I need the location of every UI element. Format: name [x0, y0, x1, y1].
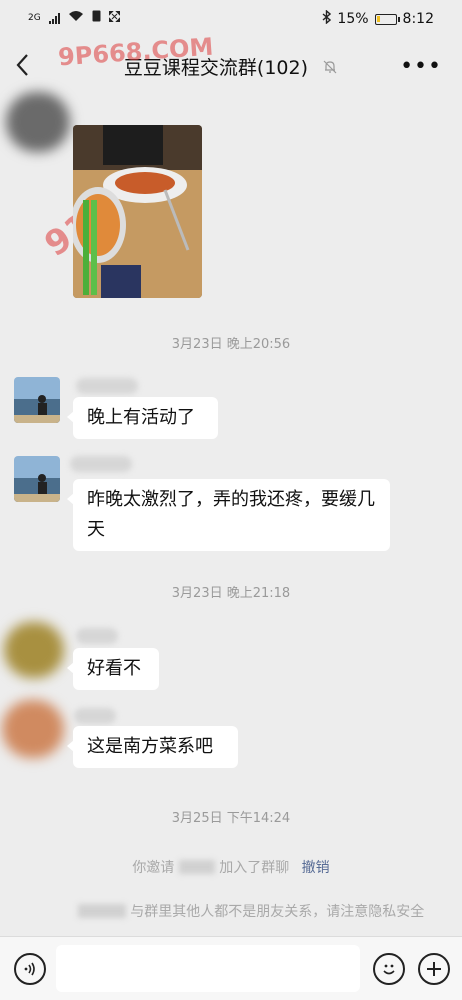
avatar-beach[interactable]: [14, 456, 60, 502]
undo-link[interactable]: 撤销: [302, 860, 330, 876]
avatar-blurred[interactable]: [2, 700, 64, 758]
voice-input-button[interactable]: [14, 953, 46, 985]
invitee-blurred: [178, 860, 215, 874]
privacy-notice: 与群里其他人都不是朋友关系，请注意隐私安全: [0, 901, 462, 921]
message-bubble[interactable]: 昨晚太激烈了，弄的我还疼，要缓几天: [67, 479, 390, 551]
sender-name-blurred: [70, 456, 132, 472]
sim-icon: [92, 10, 101, 26]
network-type: 2G: [28, 13, 41, 23]
voice-icon: [24, 962, 35, 976]
wifi-icon: [68, 10, 84, 26]
message-bubble[interactable]: 晚上有活动了: [67, 397, 218, 439]
emoji-button[interactable]: [373, 953, 405, 985]
screen-icon: [108, 10, 121, 26]
privacy-text: 与群里其他人都不是朋友关系，请注意隐私安全: [130, 904, 425, 920]
avatar-blurred[interactable]: [4, 622, 64, 678]
message-bubble[interactable]: 这是南方菜系吧: [67, 726, 238, 768]
avatar-blurred[interactable]: [6, 92, 70, 152]
avatar-beach[interactable]: [14, 377, 60, 423]
status-bar: 2G 15% 8:12: [0, 0, 462, 36]
timestamp: 3月23日 晚上20:56: [171, 337, 291, 352]
mute-bell-icon: [322, 58, 338, 74]
sender-name-blurred: [76, 378, 138, 394]
food-photo: [73, 125, 202, 298]
sender-name-blurred: [74, 708, 116, 724]
input-bar: [0, 936, 462, 1000]
food-photo-message[interactable]: [73, 125, 202, 298]
sender-name-blurred: [76, 628, 118, 644]
message-input[interactable]: [56, 945, 360, 992]
add-more-button[interactable]: [418, 953, 450, 985]
signal-icon: [48, 12, 60, 24]
battery-percent: 15%: [337, 11, 369, 27]
bluetooth-icon: [322, 9, 332, 28]
more-options-button[interactable]: •••: [400, 54, 442, 79]
invite-prefix: 你邀请: [132, 860, 175, 876]
invite-notice: 你邀请 加入了群聊 撤销: [0, 857, 462, 877]
timestamp: 3月23日 晚上21:18: [171, 586, 291, 601]
invite-suffix: 加入了群聊: [219, 860, 290, 876]
clock: 8:12: [402, 11, 434, 27]
plus-icon: [427, 962, 441, 976]
battery-icon: [374, 13, 400, 25]
emoji-icon: [383, 964, 395, 975]
message-bubble[interactable]: 好看不: [67, 648, 159, 690]
timestamp: 3月25日 下午14:24: [171, 811, 291, 826]
name-blurred: [77, 904, 126, 918]
